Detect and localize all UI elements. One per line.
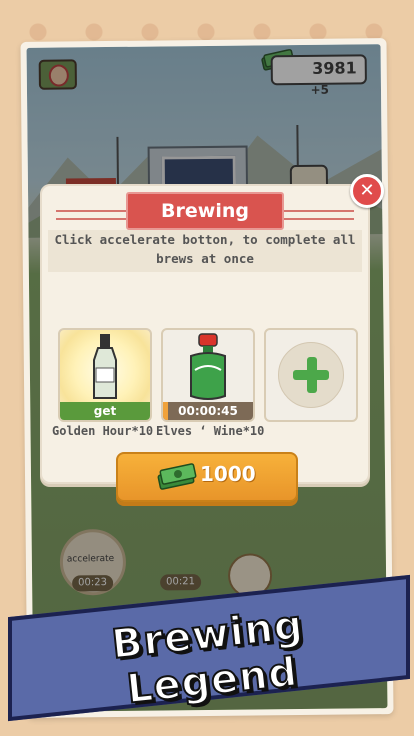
close-icon[interactable]: ✕ bbox=[350, 174, 384, 208]
accelerate-cost: 1000 bbox=[200, 462, 256, 486]
brew-slot-add[interactable] bbox=[264, 328, 358, 422]
slot-label-golden-hour: Golden Hour*10 bbox=[52, 424, 154, 438]
brewing-dialog: Brewing ✕ Click accelerate botton, to co… bbox=[40, 174, 384, 502]
brew-timer: 00:00:45 bbox=[163, 402, 253, 420]
brew-slot-elves-wine[interactable]: 00:00:45 bbox=[161, 328, 255, 422]
plus-icon[interactable] bbox=[278, 342, 344, 408]
green-wine-bottle-icon bbox=[190, 333, 226, 400]
slot-label-elves-wine: Elves ‘ Wine*10 bbox=[156, 424, 265, 438]
dialog-description: Click accelerate botton, to complete all… bbox=[48, 230, 362, 272]
title-decor-right bbox=[284, 210, 354, 220]
description-line-1: Click accelerate botton, to complete all bbox=[54, 232, 356, 247]
brew-slot-golden-hour[interactable]: get bbox=[58, 328, 152, 422]
description-line-2: brews at once bbox=[156, 251, 254, 266]
cash-stack-icon bbox=[157, 463, 197, 490]
brew-progress-fill bbox=[163, 402, 168, 420]
brew-timer-text: 00:00:45 bbox=[178, 404, 238, 418]
dialog-title: Brewing bbox=[126, 192, 284, 230]
champagne-bottle-icon bbox=[93, 334, 117, 399]
accelerate-button[interactable]: 1000 bbox=[116, 452, 298, 502]
title-decor-left bbox=[56, 210, 126, 220]
get-button[interactable]: get bbox=[60, 402, 150, 420]
